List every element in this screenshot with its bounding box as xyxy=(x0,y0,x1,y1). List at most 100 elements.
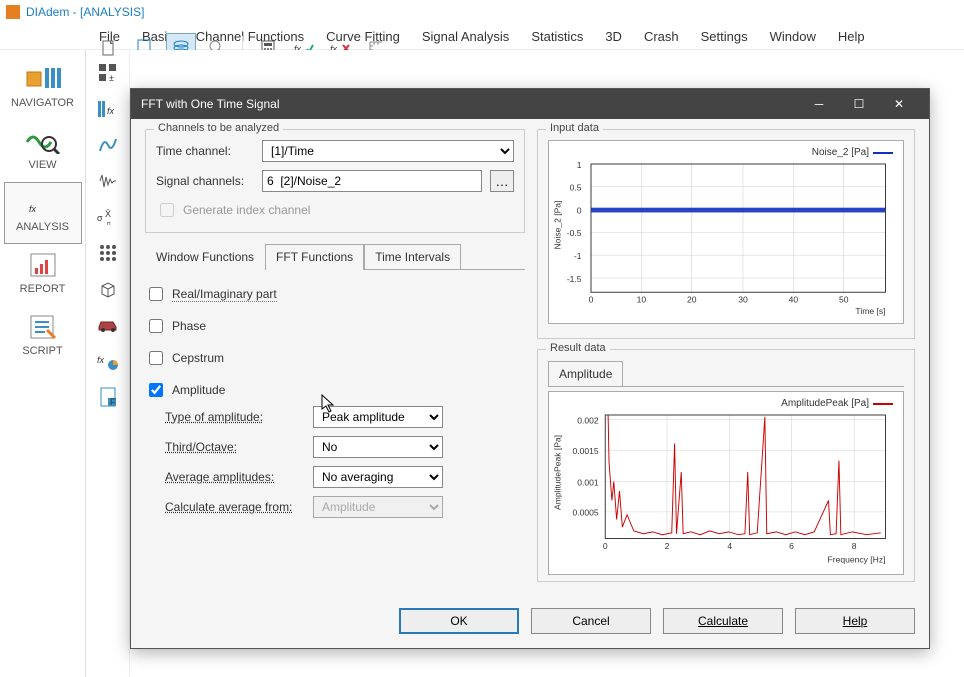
nav-report[interactable]: REPORT xyxy=(4,244,82,306)
input-data-group: Input data Noise_2 [Pa] Noise_2 [Pa] xyxy=(537,129,915,339)
svg-text:20: 20 xyxy=(687,295,697,305)
result-chart: AmplitudePeak [Pa] 0.0020.00150.0010.000… xyxy=(553,396,895,567)
tab-window-functions[interactable]: Window Functions xyxy=(145,244,265,270)
input-plot: Noise_2 [Pa] Noise_2 [Pa] 10.50-0.5-1-1.… xyxy=(548,140,904,324)
view-icon xyxy=(25,127,61,155)
gen-index-checkbox xyxy=(160,203,174,217)
tool-cube[interactable] xyxy=(91,272,125,306)
svg-text:0.001: 0.001 xyxy=(577,477,599,487)
svg-text:8: 8 xyxy=(852,541,857,551)
third-oct-select[interactable]: No xyxy=(313,436,443,458)
svg-text:-0.5: -0.5 xyxy=(567,228,582,238)
fft-dialog: FFT with One Time Signal ─ ☐ ✕ Channels … xyxy=(130,88,930,649)
result-title: Result data xyxy=(546,342,610,354)
analysis-icon: fx xyxy=(25,189,61,217)
time-channel-select[interactable]: [1]/Time xyxy=(262,140,514,162)
svg-text:ₙ: ₙ xyxy=(107,217,111,227)
input-legend-text: Noise_2 [Pa] xyxy=(812,147,869,158)
result-data-group: Result data Amplitude AmplitudePeak [Pa]… xyxy=(537,349,915,582)
tool-sigma[interactable]: σX̄ₙ xyxy=(91,200,125,234)
menu-settings[interactable]: Settings xyxy=(692,26,757,47)
close-button[interactable]: ✕ xyxy=(879,89,919,119)
titlebar: DIAdem - [ANALYSIS] xyxy=(0,0,964,24)
svg-text:fx: fx xyxy=(29,204,37,214)
minimize-button[interactable]: ─ xyxy=(799,89,839,119)
app-title: DIAdem - [ANALYSIS] xyxy=(26,5,144,19)
chk-phase[interactable] xyxy=(149,319,163,333)
chk-amplitude[interactable] xyxy=(149,383,163,397)
chk-real-label: Real/Imaginary part xyxy=(172,287,277,302)
nav-label: NAVIGATOR xyxy=(5,97,81,109)
nav-label: SCRIPT xyxy=(5,345,81,357)
cancel-button[interactable]: Cancel xyxy=(531,608,651,634)
nav-navigator[interactable]: NAVIGATOR xyxy=(4,58,82,120)
tool-fx-bars[interactable]: fx xyxy=(91,92,125,126)
chk-cepstrum[interactable] xyxy=(149,351,163,365)
svg-text:fx: fx xyxy=(97,355,105,365)
gen-index-label: Generate index channel xyxy=(183,203,310,217)
nav-label: ANALYSIS xyxy=(5,221,81,233)
result-plot: AmplitudePeak [Pa] AmplitudePeak [Pa] 0.… xyxy=(548,391,904,575)
svg-text:0: 0 xyxy=(589,295,594,305)
workspace: FFT with One Time Signal ─ ☐ ✕ Channels … xyxy=(130,50,964,677)
dialog-titlebar[interactable]: FFT with One Time Signal ─ ☐ ✕ xyxy=(131,89,929,119)
tool-fx-pie[interactable]: fx xyxy=(91,344,125,378)
nav-label: REPORT xyxy=(5,283,81,295)
svg-text:4: 4 xyxy=(727,541,732,551)
tool-dots[interactable] xyxy=(91,236,125,270)
menu-crash[interactable]: Crash xyxy=(635,26,688,47)
svg-text:Noise_2 [Pa]: Noise_2 [Pa] xyxy=(553,201,563,250)
report-icon xyxy=(25,251,61,279)
result-legend-text: AmplitudePeak [Pa] xyxy=(781,398,869,409)
svg-text:F: F xyxy=(110,397,116,407)
menu-window[interactable]: Window xyxy=(761,26,825,47)
svg-text:0.0015: 0.0015 xyxy=(572,446,598,456)
calc-avg-select: Amplitude xyxy=(313,496,443,518)
ok-button[interactable]: OK xyxy=(399,608,519,634)
svg-text:1: 1 xyxy=(577,160,582,170)
type-amp-label: Type of amplitude: xyxy=(165,410,305,424)
chk-cepstrum-label: Cepstrum xyxy=(172,351,224,365)
svg-text:±: ± xyxy=(109,73,114,83)
app-icon xyxy=(6,5,20,19)
menu-help[interactable]: Help xyxy=(829,26,874,47)
type-amp-select[interactable]: Peak amplitude xyxy=(313,406,443,428)
tool-car[interactable] xyxy=(91,308,125,342)
signal-channels-input[interactable] xyxy=(262,170,482,192)
avg-amp-select[interactable]: No averaging xyxy=(313,466,443,488)
dialog-footer: OK Cancel Calculate Help xyxy=(131,600,929,648)
help-button[interactable]: Help xyxy=(795,608,915,634)
nav-view[interactable]: VIEW xyxy=(4,120,82,182)
group-title: Channels to be analyzed xyxy=(154,122,283,134)
chk-amplitude-label: Amplitude xyxy=(172,383,225,397)
nav-label: VIEW xyxy=(5,159,81,171)
nav-analysis[interactable]: fx ANALYSIS xyxy=(4,182,82,244)
svg-text:0: 0 xyxy=(603,541,608,551)
third-oct-label: Third/Octave: xyxy=(165,440,305,454)
tab-result-amplitude[interactable]: Amplitude xyxy=(548,361,623,387)
tool-grid1[interactable]: ± xyxy=(91,56,125,90)
svg-text:2: 2 xyxy=(665,541,670,551)
svg-text:0.0005: 0.0005 xyxy=(572,508,598,518)
menu-signal-analysis[interactable]: Signal Analysis xyxy=(413,26,518,47)
tab-fft-functions[interactable]: FFT Functions xyxy=(265,244,364,270)
svg-text:0: 0 xyxy=(577,205,582,215)
tool-curve[interactable] xyxy=(91,128,125,162)
signal-channels-browse[interactable]: … xyxy=(490,170,514,192)
tool-doc-f[interactable]: F xyxy=(91,380,125,414)
tool-wave[interactable] xyxy=(91,164,125,198)
svg-text:40: 40 xyxy=(789,295,799,305)
script-icon xyxy=(25,313,61,341)
maximize-button[interactable]: ☐ xyxy=(839,89,879,119)
chk-phase-label: Phase xyxy=(172,319,206,333)
left-nav: NAVIGATOR VIEW fx ANALYSIS REPORT SCRIPT xyxy=(0,50,86,677)
menu-3d[interactable]: 3D xyxy=(596,26,631,47)
nav-script[interactable]: SCRIPT xyxy=(4,306,82,368)
calculate-button[interactable]: Calculate xyxy=(663,608,783,634)
chk-real-imaginary[interactable] xyxy=(149,287,163,301)
svg-text:50: 50 xyxy=(839,295,849,305)
signal-channels-label: Signal channels: xyxy=(156,174,254,188)
svg-text:Frequency [Hz]: Frequency [Hz] xyxy=(828,554,886,564)
tab-time-intervals[interactable]: Time Intervals xyxy=(364,244,461,270)
menu-statistics[interactable]: Statistics xyxy=(522,26,592,47)
